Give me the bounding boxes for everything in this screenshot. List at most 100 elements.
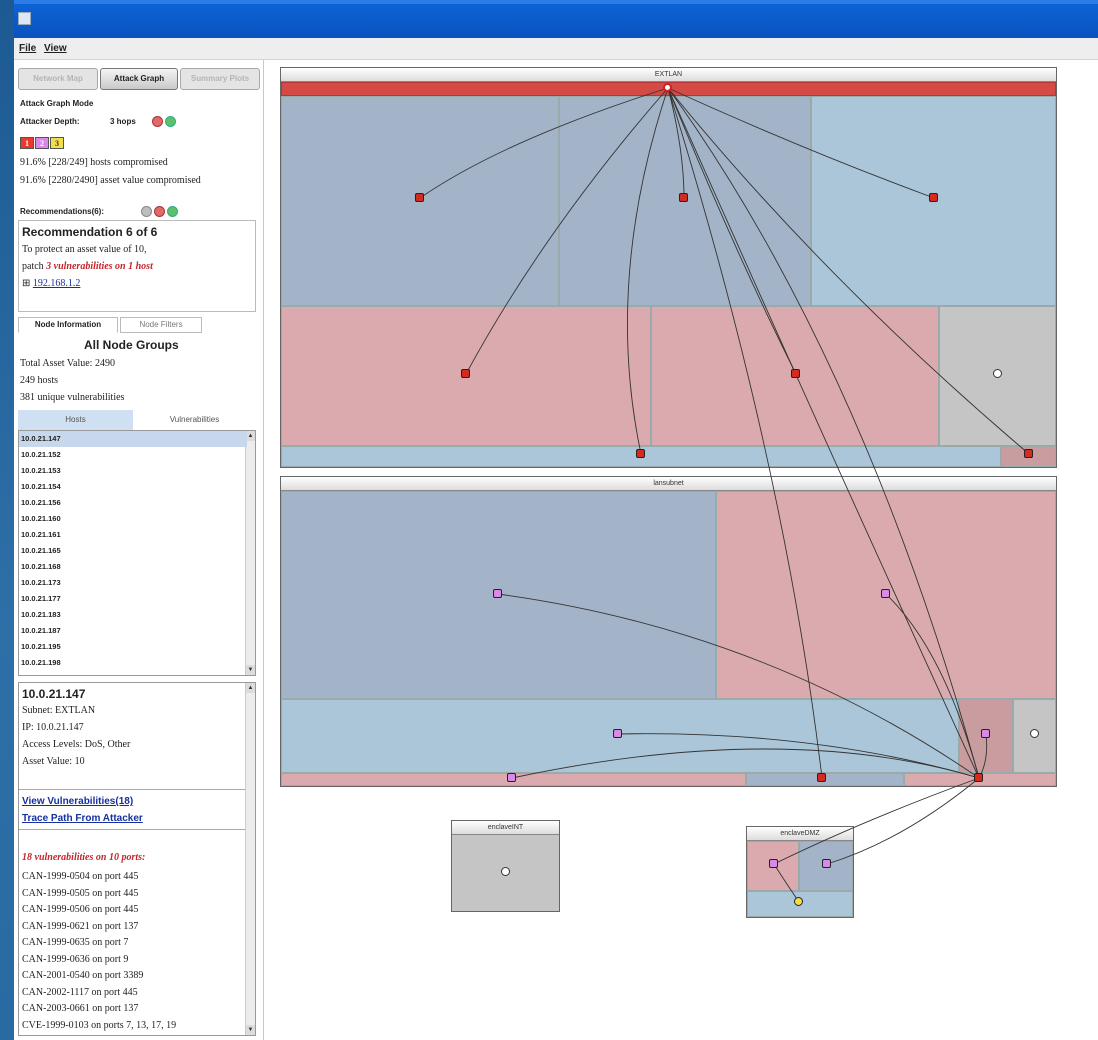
recommendations-label: Recommendations(6): [20, 207, 105, 216]
tab-network-map[interactable]: Network Map [18, 68, 98, 90]
divider [19, 789, 247, 790]
host-list-item[interactable]: 10.0.21.195 [19, 639, 247, 655]
attacker-node[interactable] [663, 83, 672, 92]
attack-edge [773, 863, 800, 903]
host-node-depth-2[interactable] [613, 729, 622, 738]
menu-bar: File View [14, 38, 1098, 60]
host-list-item[interactable]: 10.0.21.183 [19, 607, 247, 623]
list-tabs: Hosts Vulnerabilities [18, 410, 256, 430]
recommendation-box: Recommendation 6 of 6 To protect an asse… [18, 220, 256, 312]
menu-file[interactable]: File [19, 43, 36, 54]
host-node-safe[interactable] [501, 867, 510, 876]
host-node-safe[interactable] [993, 369, 1002, 378]
vulnerability-item: CVE-1999-0103 on ports 7, 13, 17, 19 [22, 1019, 177, 1031]
attack-graph-canvas[interactable]: EXTLAN lansubnet enclaveINT enclaveDMZ [264, 60, 1098, 1040]
host-node-compromised[interactable] [636, 449, 645, 458]
app-icon [18, 12, 31, 25]
host-node-depth-2[interactable] [822, 859, 831, 868]
host-asset-value: Asset Value: 10 [22, 756, 85, 767]
host-list-item[interactable]: 10.0.21.156 [19, 495, 247, 511]
detail-scrollbar[interactable]: ▲ ▼ [245, 683, 255, 1035]
host-node-depth-2[interactable] [769, 859, 778, 868]
depth-box-3[interactable]: 3 [50, 137, 64, 149]
host-detail-title: 10.0.21.147 [22, 687, 86, 701]
tab-vulnerabilities[interactable]: Vulnerabilities [133, 410, 256, 430]
control-panel: Network Map Attack Graph Summary Plots A… [14, 60, 264, 1040]
host-list-item[interactable]: 10.0.21.153 [19, 463, 247, 479]
node-tabs: Node Information Node Filters [18, 317, 258, 333]
host-subnet: Subnet: EXTLAN [22, 705, 96, 716]
patch-prefix: patch [22, 261, 47, 272]
host-list-item[interactable]: 10.0.21.165 [19, 543, 247, 559]
gray-circle-icon[interactable] [141, 206, 152, 217]
total-asset-value: Total Asset Value: 2490 [20, 358, 115, 369]
host-node-compromised[interactable] [817, 773, 826, 782]
recommendation-host: ⊞ 192.168.1.2 [22, 278, 80, 289]
expand-icon[interactable]: ⊞ [22, 278, 30, 289]
host-node-compromised[interactable] [461, 369, 470, 378]
tab-node-filters[interactable]: Node Filters [120, 317, 202, 333]
menu-view[interactable]: View [44, 43, 67, 54]
host-list-item[interactable]: 10.0.21.168 [19, 559, 247, 575]
trace-path-link[interactable]: Trace Path From Attacker [22, 813, 143, 824]
host-node-compromised[interactable] [791, 369, 800, 378]
host-list-item[interactable]: 10.0.21.160 [19, 511, 247, 527]
desktop-background [0, 0, 14, 1040]
vulnerability-item: CAN-2002-1117 on port 445 [22, 986, 138, 998]
host-node-compromised[interactable] [929, 193, 938, 202]
red-circle-icon[interactable] [154, 206, 165, 217]
scroll-down-icon[interactable]: ▼ [246, 665, 255, 675]
tab-node-information[interactable]: Node Information [18, 317, 118, 333]
window-titlebar [14, 0, 1098, 38]
recommendation-title: Recommendation 6 of 6 [22, 225, 158, 239]
red-circle-icon[interactable] [152, 116, 163, 127]
host-list-item[interactable]: 10.0.21.154 [19, 479, 247, 495]
attack-edge [627, 87, 669, 455]
host-list-item[interactable]: 10.0.21.152 [19, 447, 247, 463]
unique-vulnerabilities: 381 unique vulnerabilities [20, 392, 125, 403]
attack-edge [617, 733, 980, 779]
host-list-item[interactable]: 10.0.21.161 [19, 527, 247, 543]
vulnerability-item: CAN-1999-0636 on port 9 [22, 953, 129, 965]
vulnerability-item: CAN-2003-0661 on port 137 [22, 1003, 139, 1014]
host-list-item[interactable]: 10.0.21.187 [19, 623, 247, 639]
tab-hosts[interactable]: Hosts [18, 410, 133, 430]
host-node-depth-2[interactable] [493, 589, 502, 598]
host-node-depth-2[interactable] [981, 729, 990, 738]
attacker-depth-value: 3 hops [110, 117, 136, 126]
attack-edge [667, 87, 1030, 455]
attack-edge [773, 777, 980, 865]
vulnerability-item: CAN-1999-0505 on port 445 [22, 887, 139, 899]
tab-attack-graph[interactable]: Attack Graph [100, 68, 178, 90]
host-list-item[interactable]: 10.0.21.198 [19, 655, 247, 671]
vulnerability-item: CAN-1999-0635 on port 7 [22, 937, 129, 948]
host-list[interactable]: ▲ ▼ 10.0.21.147 10.0.21.152 10.0.21.153 10.… [18, 430, 256, 676]
host-node-depth-2[interactable] [507, 773, 516, 782]
green-circle-icon[interactable] [165, 116, 176, 127]
host-link[interactable]: 192.168.1.2 [33, 278, 81, 289]
host-node-compromised[interactable] [974, 773, 983, 782]
attack-edge [419, 87, 669, 199]
host-node-safe[interactable] [1030, 729, 1039, 738]
depth-box-1[interactable]: 1 [20, 137, 34, 149]
attack-edge [667, 87, 935, 199]
attack-edge [667, 87, 980, 779]
host-node-compromised[interactable] [415, 193, 424, 202]
tab-summary-plots[interactable]: Summary Plots [180, 68, 260, 90]
recommendation-line: To protect an asset value of 10, [22, 244, 147, 255]
host-node-compromised[interactable] [679, 193, 688, 202]
depth-box-2[interactable]: 2 [35, 137, 49, 149]
host-node-depth-3[interactable] [794, 897, 803, 906]
green-circle-icon[interactable] [167, 206, 178, 217]
scroll-down-icon[interactable]: ▼ [246, 1025, 255, 1035]
host-list-item[interactable]: 10.0.21.173 [19, 575, 247, 591]
attack-edges [419, 87, 1030, 903]
host-list-item[interactable]: 10.0.21.177 [19, 591, 247, 607]
host-node-depth-2[interactable] [881, 589, 890, 598]
scroll-up-icon[interactable]: ▲ [246, 431, 255, 441]
scroll-up-icon[interactable]: ▲ [246, 683, 255, 693]
host-list-item[interactable]: 10.0.21.147 [19, 431, 247, 447]
node-groups-title: All Node Groups [84, 338, 179, 352]
view-vulnerabilities-link[interactable]: View Vulnerabilities(18) [22, 796, 133, 807]
host-node-compromised[interactable] [1024, 449, 1033, 458]
